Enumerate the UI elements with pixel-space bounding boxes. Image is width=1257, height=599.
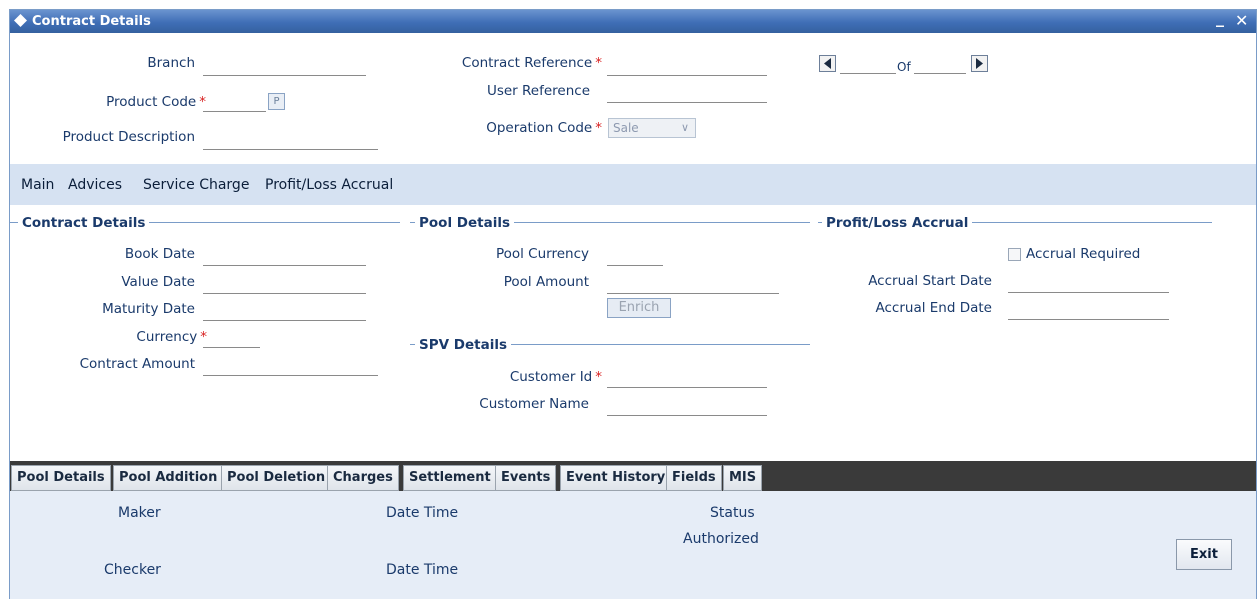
pool-amount-field[interactable] bbox=[607, 276, 779, 294]
status-label: Status bbox=[710, 505, 755, 521]
accrual-end-date-field[interactable] bbox=[1008, 302, 1169, 320]
contract-details-heading: Contract Details bbox=[18, 215, 150, 231]
product-code-label: Product Code * bbox=[106, 94, 206, 110]
maker-label: Maker bbox=[118, 505, 161, 521]
maturity-date-field[interactable] bbox=[203, 303, 366, 321]
customer-name-field[interactable] bbox=[607, 398, 767, 416]
arrow-right-icon bbox=[976, 58, 983, 69]
chevron-down-icon: ∨ bbox=[680, 121, 689, 134]
bottom-tab-pool-details[interactable]: Pool Details bbox=[11, 465, 111, 491]
window-diamond-icon bbox=[14, 14, 27, 27]
accrual-start-date-field[interactable] bbox=[1008, 275, 1169, 293]
spv-details-heading: SPV Details bbox=[415, 337, 511, 353]
profit-loss-heading: Profit/Loss Accrual bbox=[822, 215, 973, 231]
next-record-button[interactable] bbox=[971, 55, 988, 72]
book-date-field[interactable] bbox=[203, 248, 366, 266]
maker-date-time-label: Date Time bbox=[386, 505, 459, 521]
bottom-tab-settlement[interactable]: Settlement bbox=[403, 465, 497, 491]
title-bar[interactable]: Contract Details _ ✕ bbox=[10, 8, 1256, 33]
of-label: Of bbox=[897, 60, 911, 74]
bottom-tab-events[interactable]: Events bbox=[495, 465, 557, 491]
pool-currency-label: Pool Currency bbox=[495, 246, 589, 262]
bottom-tab-pool-addition[interactable]: Pool Addition bbox=[113, 465, 224, 491]
customer-id-label: Customer Id * bbox=[509, 369, 602, 385]
total-records-field[interactable] bbox=[914, 56, 966, 74]
product-description-label: Product Description bbox=[62, 129, 195, 145]
pool-amount-label: Pool Amount bbox=[503, 274, 589, 290]
bottom-tab-charges[interactable]: Charges bbox=[327, 465, 399, 491]
tab-bar: Main Advices Service Charge Profit/Loss … bbox=[10, 164, 1256, 205]
checker-label: Checker bbox=[104, 562, 161, 578]
product-description-field[interactable] bbox=[203, 132, 378, 150]
user-reference-field[interactable] bbox=[607, 85, 767, 103]
accrual-required-label: Accrual Required bbox=[1026, 246, 1141, 262]
customer-name-label: Customer Name bbox=[479, 396, 589, 412]
value-date-label: Value Date bbox=[121, 274, 195, 290]
pool-details-heading: Pool Details bbox=[415, 215, 514, 231]
enrich-button[interactable]: Enrich bbox=[607, 298, 671, 318]
branch-label: Branch bbox=[147, 55, 195, 71]
tab-service-charge[interactable]: Service Charge bbox=[143, 177, 249, 193]
book-date-label: Book Date bbox=[124, 246, 195, 262]
bottom-tab-pool-deletion[interactable]: Pool Deletion bbox=[221, 465, 332, 491]
contract-amount-field[interactable] bbox=[203, 358, 378, 376]
window-title: Contract Details bbox=[32, 14, 151, 29]
tab-main[interactable]: Main bbox=[21, 177, 54, 193]
bottom-tab-fields[interactable]: Fields bbox=[666, 465, 722, 491]
arrow-left-icon bbox=[824, 58, 831, 69]
product-lov-button[interactable]: P bbox=[268, 93, 285, 110]
checker-date-time-label: Date Time bbox=[386, 562, 459, 578]
pool-currency-field[interactable] bbox=[607, 248, 663, 266]
accrual-start-date-label: Accrual Start Date bbox=[868, 273, 992, 289]
bottom-tab-bar: Pool Details Pool Addition Pool Deletion… bbox=[10, 461, 1256, 491]
maturity-date-label: Maturity Date bbox=[102, 301, 195, 317]
currency-label: Currency * bbox=[136, 329, 207, 345]
branch-field[interactable] bbox=[203, 58, 366, 76]
operation-code-label: Operation Code * bbox=[486, 120, 602, 136]
previous-record-button[interactable] bbox=[819, 55, 836, 72]
audit-panel: Maker Date Time Status Authorized Checke… bbox=[10, 491, 1256, 599]
user-reference-label: User Reference bbox=[486, 83, 590, 99]
tab-profit-loss-accrual[interactable]: Profit/Loss Accrual bbox=[265, 177, 393, 193]
value-date-field[interactable] bbox=[203, 276, 366, 294]
accrual-end-date-label: Accrual End Date bbox=[875, 300, 992, 316]
minimize-button[interactable]: _ bbox=[1216, 8, 1224, 27]
contract-reference-label: Contract Reference * bbox=[461, 55, 602, 71]
bottom-tab-event-history[interactable]: Event History bbox=[560, 465, 672, 491]
operation-code-select[interactable]: Sale ∨ bbox=[608, 118, 696, 138]
close-button[interactable]: ✕ bbox=[1235, 11, 1248, 30]
accrual-required-checkbox[interactable] bbox=[1008, 248, 1021, 261]
bottom-tab-mis[interactable]: MIS bbox=[723, 465, 763, 491]
current-record-field[interactable] bbox=[840, 56, 896, 74]
contract-amount-label: Contract Amount bbox=[79, 356, 195, 372]
contract-reference-field[interactable] bbox=[607, 58, 767, 76]
customer-id-field[interactable] bbox=[607, 370, 767, 388]
currency-field[interactable] bbox=[203, 330, 260, 348]
product-code-field[interactable] bbox=[203, 94, 266, 112]
contract-details-window: Contract Details _ ✕ Branch Product Code… bbox=[9, 8, 1257, 599]
authorized-label: Authorized bbox=[683, 531, 759, 547]
tab-advices[interactable]: Advices bbox=[68, 177, 122, 193]
exit-button[interactable]: Exit bbox=[1176, 539, 1232, 570]
